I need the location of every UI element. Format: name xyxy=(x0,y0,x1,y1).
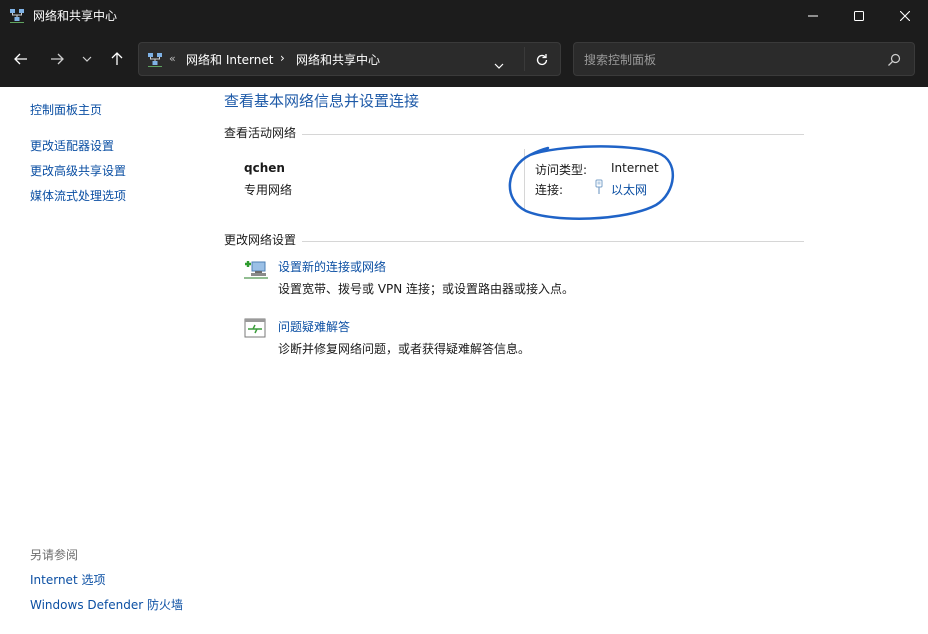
navigation-bar: « 网络和 Internet › 网络和共享中心 搜索控制面板 xyxy=(0,31,928,87)
setup-connection-link[interactable]: 设置新的连接或网络 xyxy=(278,258,386,275)
refresh-button[interactable] xyxy=(531,49,553,71)
annotation-circle xyxy=(508,145,675,220)
change-settings-heading: 更改网络设置 xyxy=(224,233,297,247)
address-dropdown-button[interactable] xyxy=(494,54,504,73)
window-title: 网络和共享中心 xyxy=(33,9,118,23)
back-button[interactable] xyxy=(8,46,34,72)
content-area: 控制面板主页 更改适配器设置 更改高级共享设置 媒体流式处理选项 另请参阅 In… xyxy=(0,87,928,634)
sidebar-item-media-streaming[interactable]: 媒体流式处理选项 xyxy=(30,187,126,204)
chevron-down-icon xyxy=(494,63,504,69)
window: 网络和共享中心 « 网络和 Internet › 网络和共享中心 搜索控制面板 … xyxy=(0,0,928,634)
new-connection-icon xyxy=(243,257,269,281)
search-input[interactable]: 搜索控制面板 xyxy=(584,51,656,68)
minimize-button[interactable] xyxy=(790,0,836,31)
page-title: 查看基本网络信息并设置连接 xyxy=(224,92,420,110)
network-type: 专用网络 xyxy=(244,183,293,197)
troubleshoot-description: 诊断并修复网络问题，或者获得疑难解答信息。 xyxy=(278,342,531,356)
see-also-firewall[interactable]: Windows Defender 防火墙 xyxy=(30,596,183,613)
sidebar-home-link[interactable]: 控制面板主页 xyxy=(30,101,102,118)
maximize-icon xyxy=(854,10,864,21)
breadcrumb-overflow[interactable]: « xyxy=(169,52,176,65)
search-box[interactable]: 搜索控制面板 xyxy=(573,42,915,76)
breadcrumb-network-center[interactable]: 网络和共享中心 xyxy=(296,51,380,68)
see-also-internet-options[interactable]: Internet 选项 xyxy=(30,571,105,588)
troubleshoot-link[interactable]: 问题疑难解答 xyxy=(278,318,350,335)
troubleshoot-icon xyxy=(243,317,269,341)
arrow-up-icon xyxy=(111,52,123,65)
active-networks-heading: 查看活动网络 xyxy=(224,126,297,140)
arrow-left-icon xyxy=(14,53,27,65)
network-center-icon xyxy=(147,52,163,68)
title-bar: 网络和共享中心 xyxy=(0,0,928,31)
recent-locations-button[interactable] xyxy=(74,46,100,72)
close-button[interactable] xyxy=(882,0,928,31)
search-icon[interactable] xyxy=(887,52,901,71)
setup-connection-description: 设置宽带、拨号或 VPN 连接；或设置路由器或接入点。 xyxy=(278,282,575,296)
section-divider xyxy=(302,241,804,242)
network-name: qchen xyxy=(244,161,285,175)
refresh-icon xyxy=(536,54,548,66)
forward-button[interactable] xyxy=(44,46,70,72)
maximize-button[interactable] xyxy=(836,0,882,31)
see-also-heading: 另请参阅 xyxy=(30,548,79,562)
chevron-down-icon xyxy=(82,56,92,62)
section-divider xyxy=(302,134,804,135)
network-center-icon xyxy=(9,8,25,24)
arrow-right-icon xyxy=(51,53,64,65)
address-divider xyxy=(524,47,525,71)
breadcrumb-separator[interactable]: › xyxy=(280,51,285,65)
up-button[interactable] xyxy=(104,46,130,72)
address-bar[interactable]: « 网络和 Internet › 网络和共享中心 xyxy=(138,42,561,76)
close-icon xyxy=(900,10,910,21)
sidebar-item-advanced-sharing[interactable]: 更改高级共享设置 xyxy=(30,162,126,179)
breadcrumb-network-internet[interactable]: 网络和 Internet xyxy=(186,51,273,68)
minimize-icon xyxy=(808,15,818,16)
sidebar-item-adapter-settings[interactable]: 更改适配器设置 xyxy=(30,137,114,154)
